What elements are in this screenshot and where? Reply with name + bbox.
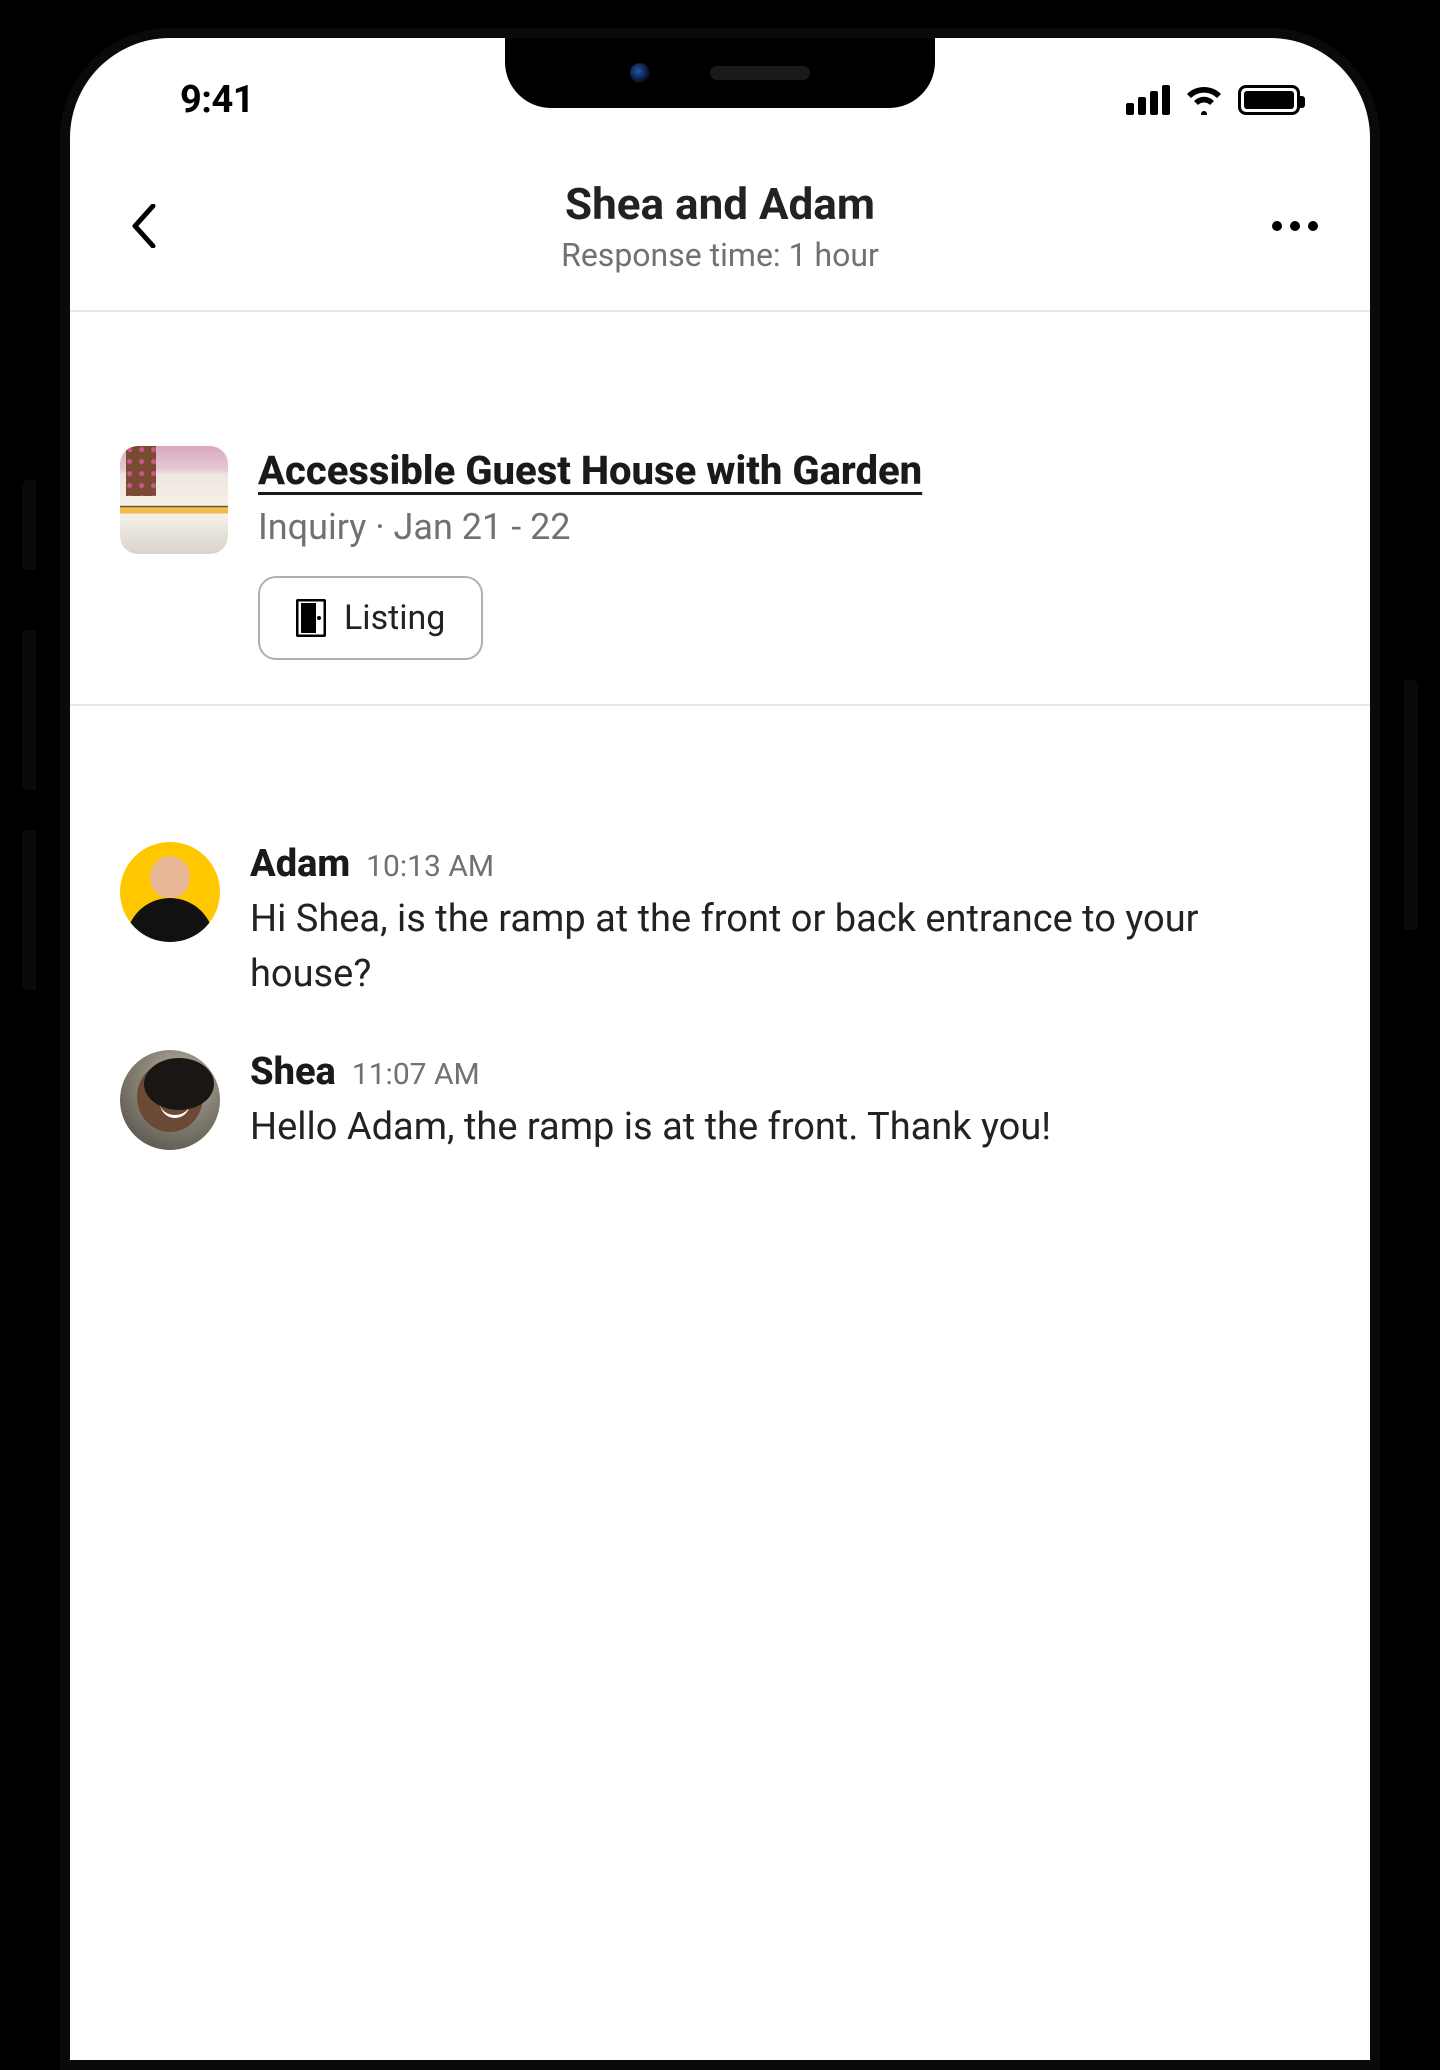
phone-volume-down [22, 830, 36, 990]
screen: 9:41 Shea and Adam [70, 38, 1370, 2060]
message-text: Hi Shea, is the ramp at the front or bac… [250, 892, 1320, 1002]
response-time-label: Response time: 1 hour [180, 236, 1260, 274]
phone-switch [22, 480, 36, 570]
message-item: Adam 10:13 AM Hi Shea, is the ramp at th… [120, 842, 1320, 1002]
listing-thumbnail [120, 446, 228, 554]
phone-volume-up [22, 630, 36, 790]
listing-meta: Inquiry · Jan 21 - 22 [258, 506, 1320, 548]
listing-button[interactable]: Listing [258, 576, 483, 660]
conversation-title: Shea and Adam [180, 178, 1260, 230]
phone-frame: 9:41 Shea and Adam [30, 0, 1410, 2070]
avatar[interactable] [120, 842, 220, 942]
more-options-button[interactable] [1260, 221, 1330, 231]
door-icon [296, 599, 326, 637]
message-sender: Shea [250, 1050, 336, 1094]
speaker-grille [710, 66, 810, 80]
notch [505, 38, 935, 108]
cellular-signal-icon [1126, 85, 1170, 115]
message-list[interactable]: Adam 10:13 AM Hi Shea, is the ramp at th… [70, 808, 1370, 1237]
message-sender: Adam [250, 842, 350, 886]
app-header: Shea and Adam Response time: 1 hour [70, 178, 1370, 312]
dots-icon [1272, 221, 1282, 231]
wifi-icon [1184, 85, 1224, 115]
listing-title-link[interactable]: Accessible Guest House with Garden [258, 446, 1320, 496]
back-button[interactable] [110, 191, 180, 261]
message-time: 10:13 AM [366, 849, 494, 884]
chevron-left-icon [131, 204, 159, 248]
avatar[interactable] [120, 1050, 220, 1150]
listing-card[interactable]: Accessible Guest House with Garden Inqui… [70, 418, 1370, 706]
message-time: 11:07 AM [352, 1057, 480, 1092]
message-text: Hello Adam, the ramp is at the front. Th… [250, 1100, 1320, 1155]
front-camera [630, 63, 650, 83]
message-item: Shea 11:07 AM Hello Adam, the ramp is at… [120, 1050, 1320, 1155]
phone-power [1404, 680, 1418, 930]
listing-button-label: Listing [344, 598, 445, 638]
status-time: 9:41 [180, 78, 254, 122]
battery-icon [1238, 85, 1300, 115]
